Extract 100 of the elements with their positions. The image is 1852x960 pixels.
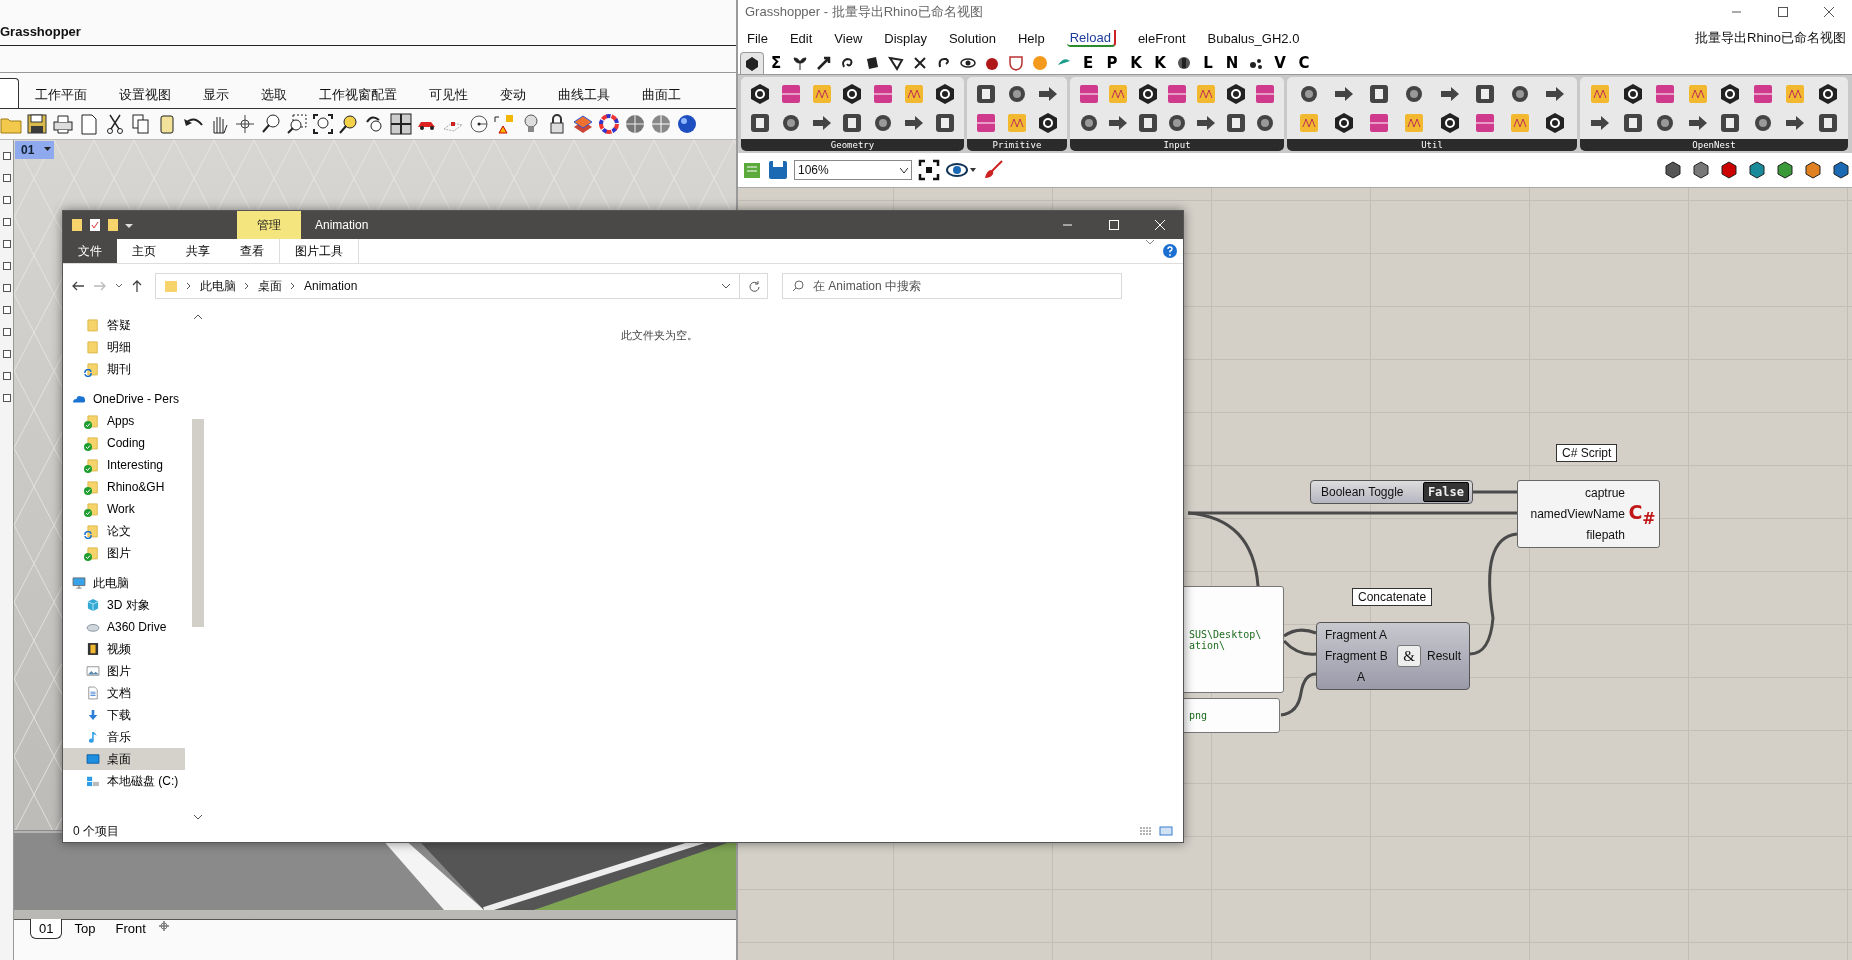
folder-icon[interactable] (71, 218, 83, 232)
back-icon[interactable] (71, 280, 85, 292)
tool-icon[interactable] (2, 262, 11, 270)
ribbon-tab[interactable]: 图片工具 (279, 239, 359, 263)
tool-icon[interactable] (2, 218, 11, 226)
caret-icon[interactable] (721, 283, 731, 289)
viewport-tab[interactable]: Top (66, 919, 104, 938)
zoom-icon[interactable] (286, 113, 308, 135)
tool-icon[interactable] (2, 328, 11, 336)
chevron-icon[interactable] (244, 282, 250, 290)
nav-item[interactable]: 此电脑 (63, 572, 185, 594)
square-icon[interactable] (1136, 111, 1159, 134)
tab-edge[interactable] (0, 78, 19, 108)
square-icon[interactable] (1195, 82, 1218, 105)
nav-item[interactable]: Interesting (63, 454, 185, 476)
tool-icon[interactable] (2, 196, 11, 204)
square-icon[interactable] (1784, 82, 1807, 105)
nav-item[interactable]: 音乐 (63, 726, 185, 748)
zoom-field[interactable]: 106% (794, 160, 912, 180)
square-icon[interactable] (975, 82, 998, 105)
hexagon-icon[interactable] (1036, 111, 1059, 134)
properties-icon[interactable] (89, 218, 101, 232)
component-tab[interactable]: L (1196, 52, 1220, 74)
scrollbar-thumb[interactable] (192, 419, 204, 627)
script-component[interactable]: captrue namedViewName filepath C$_{#}$ (1517, 480, 1660, 548)
component-tab[interactable]: K (1124, 52, 1148, 74)
caret-icon[interactable] (115, 283, 123, 289)
move-icon[interactable] (234, 113, 256, 135)
caret-icon[interactable] (900, 167, 908, 173)
square-icon[interactable] (975, 111, 998, 134)
component-tab[interactable]: E (1076, 52, 1100, 74)
hexagon-icon[interactable] (841, 82, 864, 105)
square-icon[interactable] (1686, 82, 1709, 105)
nav-item[interactable]: 答疑 (63, 314, 185, 336)
square-icon[interactable] (810, 82, 833, 105)
component-tab[interactable]: Σ (764, 52, 788, 74)
scroll-up-icon[interactable] (194, 314, 202, 319)
tool-icon[interactable] (2, 394, 11, 402)
menu-item[interactable]: Display (884, 30, 927, 46)
ribbon-tab[interactable]: 共享 (171, 239, 225, 263)
nav-item[interactable]: 下载 (63, 704, 185, 726)
four-pane-icon[interactable] (390, 113, 412, 135)
tab[interactable]: 工作平面 (19, 82, 103, 108)
hexagon-icon[interactable] (1332, 111, 1355, 134)
hexagon-icon[interactable] (1719, 82, 1742, 105)
component-tab[interactable]: C (1292, 52, 1316, 74)
square-icon[interactable] (1368, 82, 1391, 105)
boolean-toggle[interactable]: Boolean Toggle False (1310, 480, 1473, 504)
tool-icon[interactable] (2, 152, 11, 160)
menu-item[interactable]: eleFront (1137, 30, 1186, 46)
square-icon[interactable] (780, 82, 803, 105)
square-icon[interactable] (902, 82, 925, 105)
up-icon[interactable] (131, 279, 143, 293)
tab[interactable]: 显示 (187, 82, 245, 108)
square-icon[interactable] (1107, 82, 1130, 105)
caret-icon[interactable] (125, 222, 133, 228)
viewport-tab[interactable]: 01 (30, 919, 63, 939)
circle-point-icon[interactable] (468, 113, 490, 135)
nav-item[interactable]: 图片 (63, 660, 185, 682)
context-tab[interactable]: 管理 (237, 211, 301, 239)
caret-icon[interactable] (44, 147, 51, 151)
address-bar[interactable]: 此电脑 桌面 Animation (155, 273, 740, 299)
tab[interactable]: 选取 (245, 82, 303, 108)
menu-item[interactable]: View (834, 30, 863, 46)
breadcrumb[interactable]: Animation (304, 279, 358, 293)
hexagon-icon[interactable] (933, 82, 956, 105)
search-field[interactable]: 在 Animation 中搜索 (782, 273, 1122, 299)
hexagon-icon[interactable] (1544, 111, 1567, 134)
nav-item[interactable]: 本地磁盘 (C:) (63, 770, 185, 792)
chevron-icon[interactable] (1145, 239, 1155, 245)
help-icon[interactable] (1163, 244, 1177, 258)
hexagon-icon[interactable] (1816, 82, 1839, 105)
nav-item[interactable]: Coding (63, 432, 185, 454)
folder-icon[interactable] (107, 218, 119, 232)
component-tab[interactable]: P (1100, 52, 1124, 74)
toggle-value[interactable]: False (1422, 482, 1469, 502)
ribbon-tab[interactable]: 文件 (63, 239, 117, 263)
nav-item[interactable]: 文档 (63, 682, 185, 704)
zoom-icon[interactable] (260, 113, 282, 135)
ribbon-tab[interactable]: 主页 (117, 239, 171, 263)
shape-icon[interactable] (1774, 159, 1796, 181)
tool-icon[interactable] (2, 240, 11, 248)
tab[interactable]: 工作视窗配置 (303, 82, 413, 108)
maximize-icon[interactable] (1777, 7, 1789, 17)
nav-item[interactable]: Rhino&GH (63, 476, 185, 498)
hexagon-icon[interactable] (749, 82, 772, 105)
square-icon[interactable] (1368, 111, 1391, 134)
nav-item[interactable]: 视频 (63, 638, 185, 660)
menu-item[interactable]: Edit (789, 30, 813, 46)
nav-item[interactable]: 图片 (63, 542, 185, 564)
square-icon[interactable] (1719, 111, 1742, 134)
printer-icon[interactable] (52, 113, 74, 135)
square-icon[interactable] (1816, 111, 1839, 134)
copy-icon[interactable] (130, 113, 152, 135)
tool-icon[interactable] (2, 174, 11, 182)
tab[interactable]: 变动 (484, 82, 542, 108)
square-icon[interactable] (1751, 82, 1774, 105)
square-icon[interactable] (1509, 111, 1532, 134)
zoom-icon[interactable] (338, 113, 360, 135)
component-tab[interactable]: V (1268, 52, 1292, 74)
